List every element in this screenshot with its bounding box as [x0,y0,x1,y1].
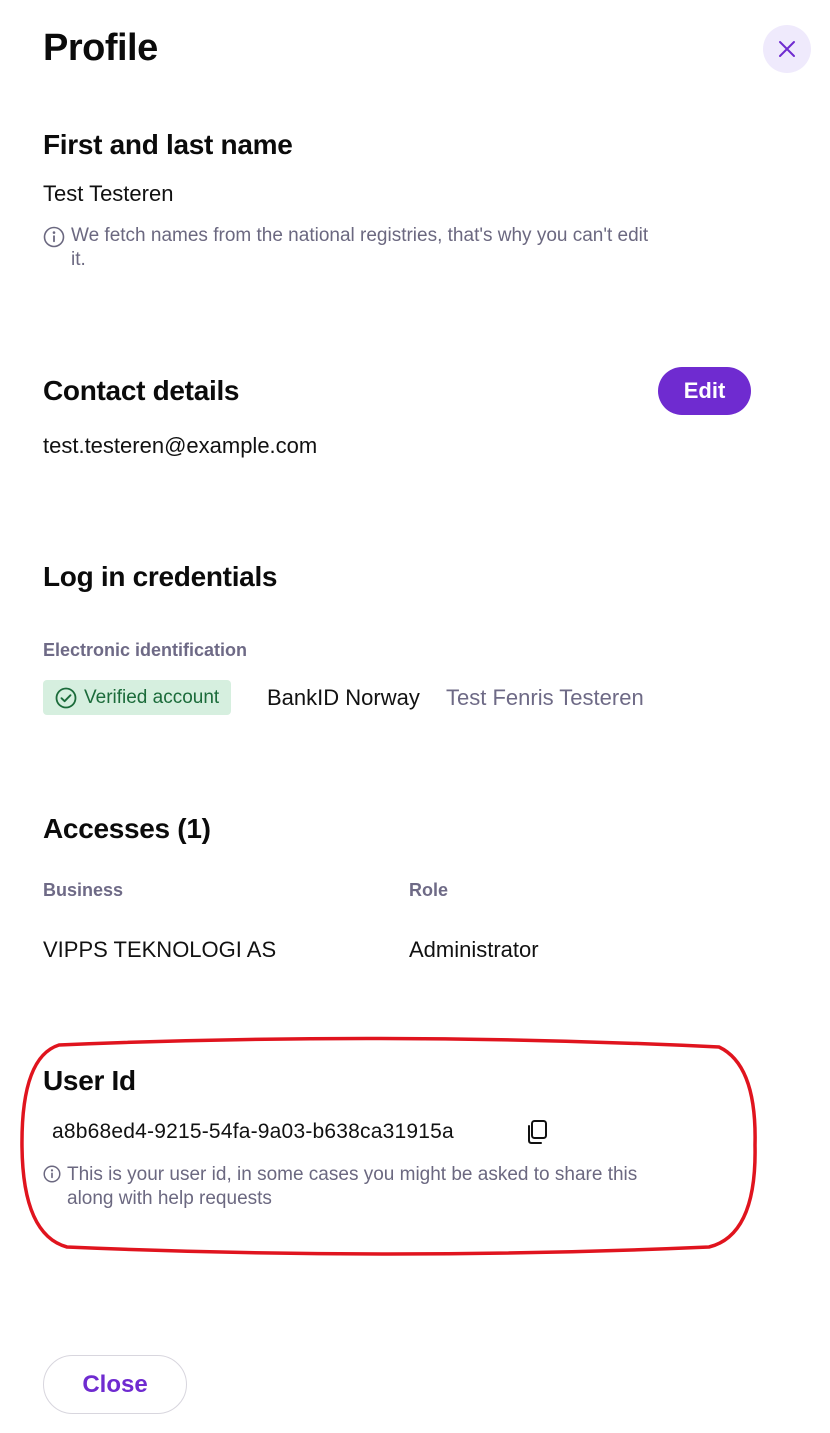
name-info-note: We fetch names from the national registr… [43,224,763,272]
access-role-cell: Administrator [409,937,539,962]
close-dialog-button[interactable] [763,25,811,73]
name-section-heading: First and last name [43,129,293,160]
info-icon [43,226,65,248]
close-icon [779,41,795,57]
copy-icon [528,1120,547,1144]
user-id-info-text-line-1: This is your user id, in some cases you … [67,1164,638,1185]
name-info-text-line-1: We fetch names from the national registr… [71,225,649,246]
name-info-text-line-2: it. [71,249,86,270]
info-icon [43,1165,61,1183]
contact-section-heading: Contact details [43,375,240,406]
column-header-business: Business [43,880,124,900]
full-name-value: Test Testeren [43,181,174,206]
verified-badge: Verified account [43,680,232,715]
access-business-cell: VIPPS TEKNOLOGI AS [43,937,277,962]
user-id-section-heading: User Id [43,1065,136,1096]
user-id-info-note: This is your user id, in some cases you … [43,1163,743,1211]
eid-holder-name: Test Fenris Testeren [446,685,644,710]
edit-contact-button[interactable]: Edit [658,367,751,415]
credentials-section-heading: Log in credentials [43,561,278,592]
email-value: test.testeren@example.com [43,433,318,458]
verified-badge-label: Verified account [84,686,220,708]
user-id-info-text-line-2: along with help requests [67,1188,272,1209]
close-button[interactable]: Close [43,1355,187,1414]
user-id-value: a8b68ed4-9215-54fa-9a03-b638ca31915a [52,1120,454,1143]
page-title: Profile [43,27,158,69]
check-circle-icon [55,687,77,709]
eid-subheading: Electronic identification [43,640,248,660]
copy-user-id-button[interactable] [524,1118,550,1146]
eid-provider: BankID Norway [267,685,420,710]
column-header-role: Role [409,880,449,900]
accesses-section-heading: Accesses (1) [43,813,211,844]
